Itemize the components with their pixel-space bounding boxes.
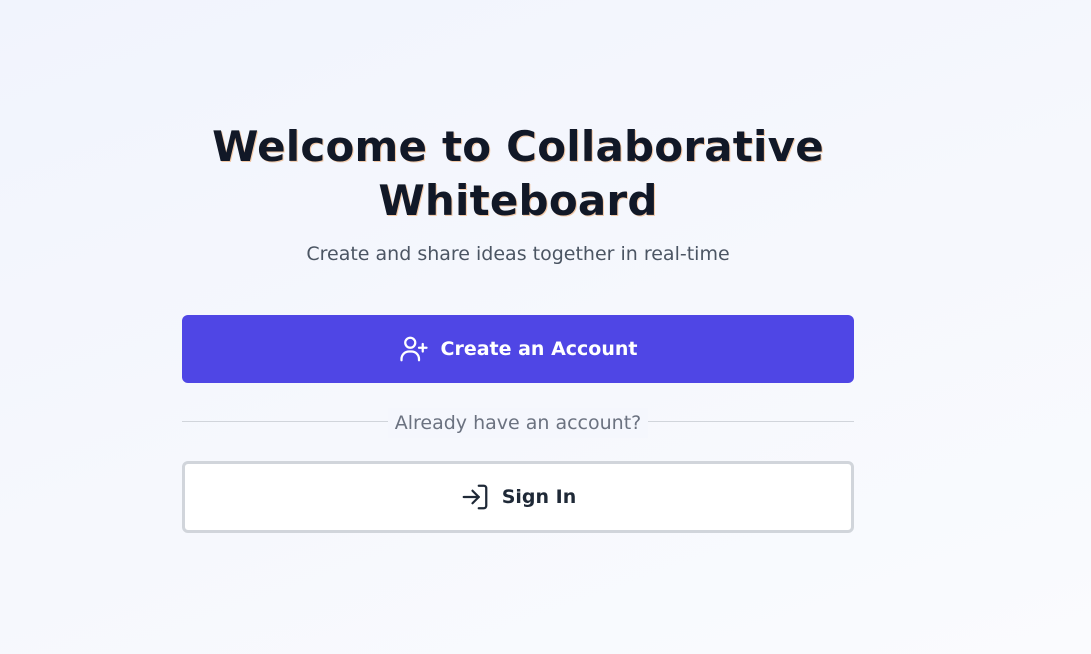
sign-in-label: Sign In: [501, 486, 577, 508]
log-in-icon: [460, 482, 490, 512]
divider-text: Already have an account?: [388, 408, 648, 438]
account-divider: Already have an account?: [182, 408, 854, 438]
sign-in-button[interactable]: Sign In: [182, 461, 854, 533]
user-plus-icon: [399, 334, 429, 364]
create-account-button[interactable]: Create an Account: [182, 315, 854, 383]
create-account-label: Create an Account: [440, 338, 638, 360]
page-title: Welcome to Collaborative Whiteboard: [212, 122, 824, 225]
page-subtitle: Create and share ideas together in real-…: [306, 243, 730, 265]
